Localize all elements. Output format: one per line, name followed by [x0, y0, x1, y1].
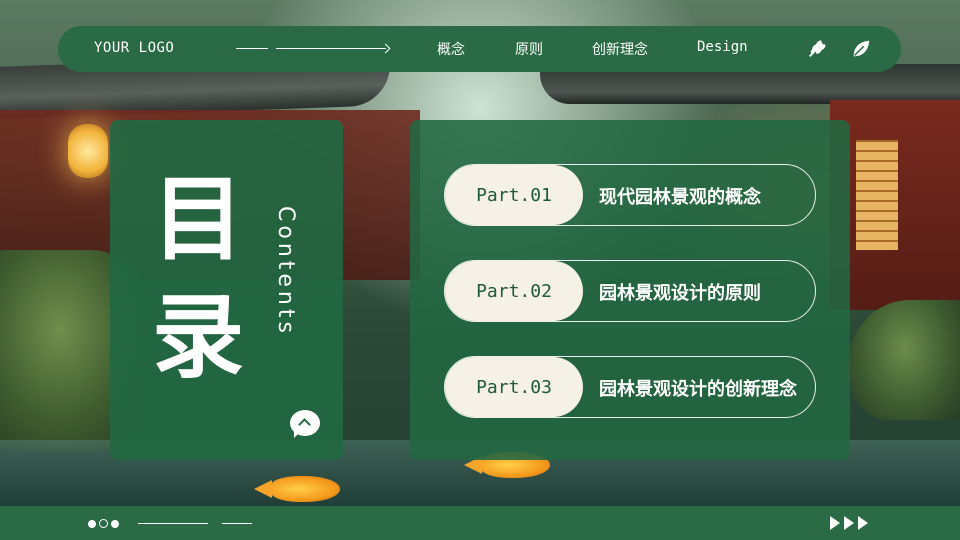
contents-item-2[interactable]: Part.02 园林景观设计的原则: [444, 260, 816, 322]
wheat-icon[interactable]: [806, 38, 828, 60]
pagination-dots-icon: [99, 519, 108, 528]
nav-item-innovation[interactable]: 创新理念: [592, 39, 648, 59]
nav-divider-line: [236, 48, 268, 49]
footer-line: [222, 523, 252, 524]
nav-item-concept[interactable]: 概念: [437, 39, 465, 59]
koi-fish: [254, 476, 340, 502]
contents-item-title: 现代园林景观的概念: [599, 187, 761, 208]
contents-item-title: 园林景观设计的创新理念: [599, 379, 797, 400]
lattice-window: [856, 140, 898, 250]
contents-item-title: 园林景观设计的原则: [599, 283, 761, 304]
title-char-2: 录: [151, 284, 244, 391]
lantern: [68, 124, 108, 178]
footer-line: [138, 523, 208, 524]
chat-up-icon[interactable]: [290, 410, 320, 438]
contents-item-1[interactable]: Part.01 现代园林景观的概念: [444, 164, 816, 226]
title-char-1: 目: [151, 166, 244, 273]
pagination-dots-icon: [111, 520, 119, 528]
part-number-pill: Part.02: [445, 261, 583, 321]
pagination-dots-icon: [88, 520, 96, 528]
part-number-pill: Part.01: [445, 165, 583, 225]
contents-subtitle: Contents: [273, 206, 298, 337]
contents-list-panel: Part.01 现代园林景观的概念 Part.02 园林景观设计的原则 Part…: [410, 120, 850, 460]
mossy-rock-right: [850, 300, 960, 420]
nav-item-principle[interactable]: 原则: [515, 39, 543, 59]
chevrons-right-icon[interactable]: [830, 516, 874, 530]
nav-item-design[interactable]: Design: [697, 39, 748, 55]
bottom-bar: [0, 506, 960, 540]
nav-arrow-line: [276, 48, 386, 49]
top-nav-bar: YOUR LOGO 概念 原则 创新理念 Design: [58, 26, 901, 72]
part-number-pill: Part.03: [445, 357, 583, 417]
chevron-up-icon: [298, 418, 311, 431]
logo-text: YOUR LOGO: [94, 40, 175, 56]
arrow-right-icon: [380, 43, 391, 54]
contents-title-card: 目 录 Contents: [110, 120, 343, 460]
contents-item-3[interactable]: Part.03 园林景观设计的创新理念: [444, 356, 816, 418]
leaf-icon[interactable]: [850, 38, 872, 60]
